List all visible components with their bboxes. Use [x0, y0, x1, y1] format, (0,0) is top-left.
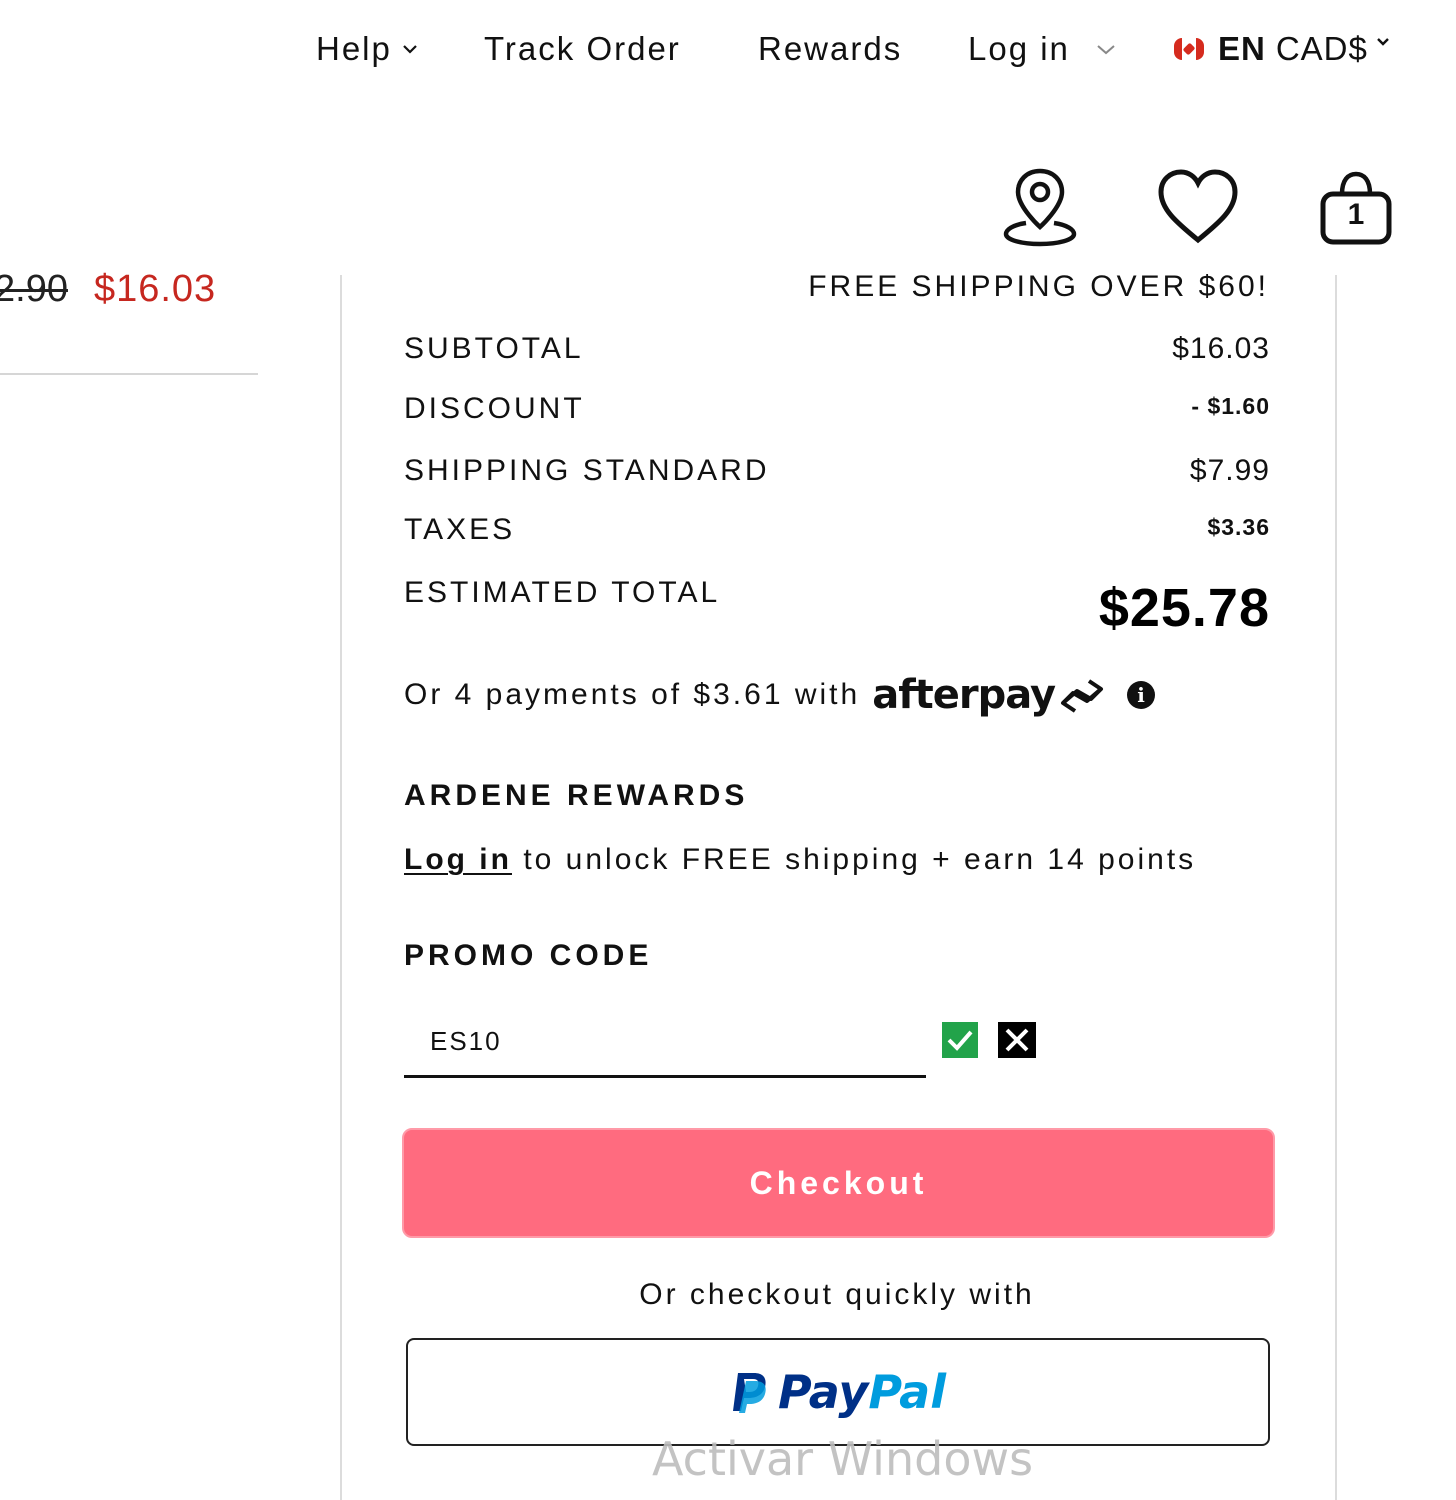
afterpay-text: Or 4 payments of $3.61 with — [404, 678, 861, 711]
cart-count-badge: 1 — [1347, 198, 1365, 231]
paypal-logo-icon — [733, 1373, 766, 1413]
language-label: EN — [1218, 30, 1266, 67]
taxes-value: $3.36 — [1207, 514, 1270, 540]
map-pin-icon[interactable] — [1002, 165, 1078, 247]
rewards-heading: ARDENE REWARDS — [404, 779, 749, 812]
afterpay-message: Or 4 payments of $3.61 with afterpay i — [404, 672, 1156, 718]
afterpay-arrows-icon — [1061, 679, 1104, 713]
shipping-value: $7.99 — [1189, 454, 1270, 487]
locale-selector[interactable]: EN CAD$ — [1174, 30, 1390, 68]
canada-flag-icon — [1174, 38, 1204, 60]
chevron-down-icon — [1097, 45, 1115, 55]
free-shipping-banner: FREE SHIPPING OVER $60! — [808, 270, 1269, 303]
promo-apply-button[interactable] — [942, 1022, 978, 1058]
taxes-label: TAXES — [404, 513, 516, 546]
track-order-link[interactable]: Track Order — [484, 30, 681, 68]
top-navigation: Help Track Order Rewards Log in EN CAD$ — [0, 30, 1456, 80]
cart-button[interactable]: 1 — [1318, 168, 1394, 248]
subtotal-value: $16.03 — [1172, 332, 1270, 365]
help-label: Help — [316, 30, 392, 67]
promo-code-input[interactable] — [430, 1026, 910, 1057]
login-menu[interactable]: Log in — [968, 30, 1116, 68]
quick-checkout-text: Or checkout quickly with — [639, 1278, 1035, 1311]
close-icon — [1005, 1028, 1029, 1052]
info-icon[interactable]: i — [1127, 681, 1156, 709]
discount-label: DISCOUNT — [404, 392, 585, 425]
rewards-link[interactable]: Rewards — [758, 30, 902, 68]
promo-remove-button[interactable] — [998, 1022, 1036, 1058]
subtotal-label: SUBTOTAL — [404, 332, 584, 365]
heart-icon[interactable] — [1156, 168, 1240, 246]
rewards-text: to unlock FREE shipping + earn 14 points — [511, 843, 1197, 876]
promo-code-field[interactable] — [404, 1012, 926, 1078]
checkout-button[interactable]: Checkout — [402, 1128, 1275, 1238]
original-price: 2.90 — [0, 268, 68, 310]
sale-price: $16.03 — [93, 268, 217, 310]
chevron-down-icon — [1377, 38, 1389, 46]
shipping-label: SHIPPING STANDARD — [404, 454, 770, 487]
checkmark-icon — [947, 1030, 973, 1051]
currency-label: CAD$ — [1275, 30, 1368, 67]
help-menu[interactable]: Help — [316, 30, 418, 68]
promo-heading: PROMO CODE — [404, 939, 653, 972]
rewards-message: Log in to unlock FREE shipping + earn 14… — [404, 843, 1196, 877]
item-price: 2.90 $16.03 — [0, 268, 216, 311]
rewards-login-link[interactable]: Log in — [404, 843, 512, 876]
login-label: Log in — [968, 30, 1070, 67]
estimated-total-label: ESTIMATED TOTAL — [404, 576, 721, 609]
paypal-wordmark: PayPal — [778, 1365, 946, 1419]
divider — [0, 373, 258, 375]
afterpay-logo: afterpay — [872, 672, 1056, 718]
paypal-button[interactable]: PayPal — [406, 1338, 1270, 1446]
chevron-down-icon — [403, 45, 417, 54]
windows-activation-watermark: Activar Windows — [652, 1432, 1034, 1486]
discount-value: - $1.60 — [1191, 393, 1270, 419]
estimated-total-value: $25.78 — [1098, 578, 1270, 638]
